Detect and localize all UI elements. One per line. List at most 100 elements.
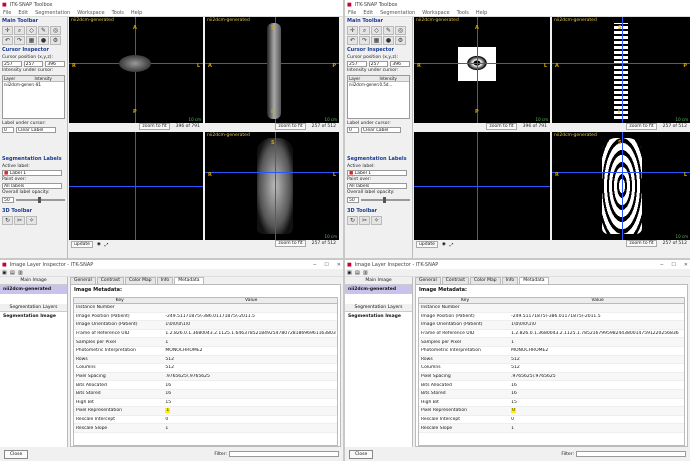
layer-icon[interactable]: ▦ — [26, 36, 37, 45]
table-row[interactable]: Image Position (Patient) -249.51171875\-3… — [419, 313, 684, 322]
zoom-to-fit-button[interactable]: zoom to fit — [139, 123, 170, 130]
layer-item-segmentation[interactable]: Segmentation Image — [0, 312, 67, 321]
snake-tool-icon[interactable]: ◎ — [395, 26, 406, 35]
paintbrush-tool-icon[interactable]: ✎ — [38, 26, 49, 35]
table-row[interactable]: Image Orientation (Patient) 1\0\0\0\1\0 — [419, 321, 684, 330]
table-row[interactable]: High Bit 15 — [74, 399, 337, 408]
scalpel-icon[interactable]: ✂ — [359, 216, 370, 225]
opacity-slider[interactable]: 50 — [347, 197, 410, 203]
table-row[interactable]: Photometric Interpretation MONOCHROME2 — [74, 347, 337, 356]
table-row[interactable]: High Bit 15 — [419, 399, 684, 408]
table-row[interactable]: Samples per Pixel 1 — [419, 338, 684, 347]
zoom-to-fit-button[interactable]: zoom to fit — [626, 123, 657, 130]
paint-over-select[interactable]: All labels — [347, 183, 407, 189]
tab-contrast[interactable]: Contrast — [96, 277, 124, 284]
active-label-select[interactable]: ■ Label 1 — [347, 170, 407, 176]
table-row[interactable]: Image Orientation (Patient) 1\0\0\0\1\0 — [74, 321, 337, 330]
zoom-tool-icon[interactable]: ⌕ — [14, 26, 25, 35]
coronal-view[interactable]: nii2dcm-generated R L S 10 cm — [552, 132, 690, 240]
open-file-icon[interactable]: ▣ — [347, 270, 353, 276]
active-label-select[interactable]: ■ Label 1 — [2, 170, 62, 176]
3d-view[interactable] — [414, 132, 550, 240]
crosshair-tool-icon[interactable]: ✛ — [2, 26, 13, 35]
maximize-icon[interactable]: ☐ — [324, 262, 328, 268]
table-row[interactable]: Rescale Intercept 0 — [74, 416, 337, 425]
maximize-icon[interactable]: ☐ — [671, 262, 675, 268]
zoom-to-fit-button[interactable]: zoom to fit — [626, 240, 657, 247]
tab-color-map[interactable]: Color Map — [124, 277, 156, 284]
crosshair-tool-icon[interactable]: ✛ — [347, 26, 358, 35]
opacity-slider[interactable]: 50 — [2, 197, 65, 203]
zoom-to-fit-button[interactable]: zoom to fit — [275, 123, 306, 130]
menu-edit[interactable]: Edit — [363, 10, 373, 16]
snake-tool-icon[interactable]: ◎ — [50, 26, 61, 35]
zoom-to-fit-button[interactable]: zoom to fit — [275, 240, 306, 247]
close-icon[interactable]: ✕ — [337, 262, 341, 268]
tab-general[interactable]: General — [415, 277, 441, 284]
save-icon[interactable]: ▤ — [10, 270, 16, 276]
close-button[interactable]: Close — [4, 449, 29, 459]
menu-tools[interactable]: Tools — [112, 10, 124, 16]
table-row[interactable]: Image Position (Patient) -249.51171875\-3… — [74, 313, 337, 322]
cursor-y-field[interactable]: 257 — [368, 61, 389, 67]
tab-general[interactable]: General — [70, 277, 96, 284]
layout-icon[interactable]: ▥ — [363, 270, 369, 276]
update-button[interactable]: update — [416, 241, 438, 248]
table-row[interactable]: Frame of Reference UID 1.2.826.0.1.368004… — [74, 330, 337, 339]
table-row[interactable]: Rescale Slope 1 — [419, 424, 684, 433]
table-row[interactable]: Instance Number — [74, 304, 337, 313]
expand-icon[interactable]: ⤢ — [105, 242, 109, 248]
paint-over-select[interactable]: All labels — [2, 183, 62, 189]
tab-color-map[interactable]: Color Map — [469, 277, 501, 284]
cursor-z-field[interactable]: 396 — [45, 61, 66, 67]
menu-edit[interactable]: Edit — [18, 10, 28, 16]
table-row[interactable]: Columns 512 — [74, 364, 337, 373]
tab-metadata[interactable]: Metadata — [174, 277, 204, 284]
paintbrush-tool-icon[interactable]: ✎ — [383, 26, 394, 35]
axial-view[interactable]: nii2dcm-generated A P R L 10 cm — [69, 17, 203, 123]
coronal-view[interactable]: nii2dcm-generated R L S 10 cm — [205, 132, 339, 240]
table-row[interactable]: Rescale Intercept 0 — [419, 416, 684, 425]
layer-item-segmentation[interactable]: Segmentation Image — [345, 312, 412, 321]
opacity-value[interactable]: 50 — [2, 197, 14, 203]
menu-help[interactable]: Help — [131, 10, 142, 16]
layout-icon[interactable]: ▥ — [18, 270, 24, 276]
rotate-3d-icon[interactable]: ↻ — [2, 216, 13, 225]
table-row[interactable]: Instance Number — [419, 304, 684, 313]
spray-icon[interactable]: ✧ — [26, 216, 37, 225]
menu-segmentation[interactable]: Segmentation — [380, 10, 415, 16]
label-icon[interactable]: ● — [38, 36, 49, 45]
polygon-tool-icon[interactable]: ◇ — [371, 26, 382, 35]
table-row[interactable]: Pixel Spacing .9765625\.9765625 — [74, 372, 337, 382]
table-row[interactable]: Pixel Representation 1 — [74, 407, 337, 416]
update-button[interactable]: update — [71, 241, 93, 248]
label-icon[interactable]: ● — [383, 36, 394, 45]
menu-file[interactable]: File — [348, 10, 356, 16]
tab-info[interactable]: Info — [156, 277, 174, 284]
table-row[interactable]: Samples per Pixel 1 — [74, 338, 337, 347]
undo-icon[interactable]: ↶ — [2, 36, 13, 45]
table-row[interactable]: Bits Stored 16 — [74, 389, 337, 399]
rotate-3d-icon[interactable]: ↻ — [347, 216, 358, 225]
expand-icon[interactable]: ⤢ — [450, 242, 454, 248]
menu-file[interactable]: File — [3, 10, 11, 16]
table-row[interactable]: Bits Stored 16 — [419, 389, 684, 399]
filter-input[interactable] — [229, 451, 339, 457]
table-row[interactable]: Pixel Spacing .9765625\.9765625 — [419, 372, 684, 382]
tab-info[interactable]: Info — [501, 277, 519, 284]
axial-view[interactable]: nii2dcm-generated A P R L 10 cm — [414, 17, 550, 123]
polygon-tool-icon[interactable]: ◇ — [26, 26, 37, 35]
redo-icon[interactable]: ↷ — [359, 36, 370, 45]
tab-contrast[interactable]: Contrast — [441, 277, 469, 284]
settings-icon[interactable]: ⚙ — [50, 36, 61, 45]
zoom-tool-icon[interactable]: ⌕ — [359, 26, 370, 35]
cursor-y-field[interactable]: 257 — [23, 61, 44, 67]
redo-icon[interactable]: ↷ — [14, 36, 25, 45]
filter-input[interactable] — [576, 451, 686, 457]
table-row[interactable]: Rows 512 — [74, 355, 337, 365]
open-file-icon[interactable]: ▣ — [2, 270, 8, 276]
cursor-z-field[interactable]: 396 — [390, 61, 411, 67]
undo-icon[interactable]: ↶ — [347, 36, 358, 45]
table-row[interactable]: Frame of Reference UID 1.2.826.0.1.368004… — [419, 330, 684, 339]
sagittal-view[interactable]: nii2dcm-generated A P S I 10 cm — [552, 17, 690, 123]
